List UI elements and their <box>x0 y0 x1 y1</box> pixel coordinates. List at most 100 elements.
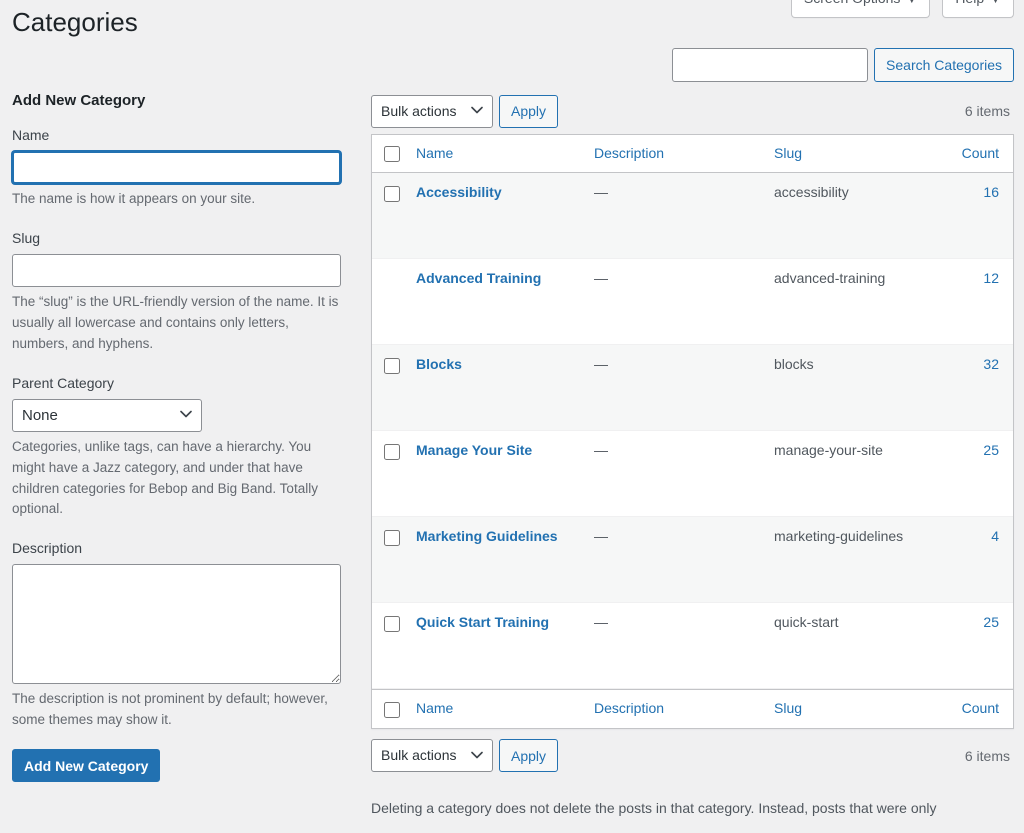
help-tab[interactable]: Help ▼ <box>942 0 1014 18</box>
category-name-link[interactable]: Blocks <box>416 356 462 372</box>
parent-category-select[interactable]: None <box>12 398 202 432</box>
tablenav-bottom: Bulk actions Apply 6 items <box>371 737 1012 775</box>
column-footer-name[interactable]: Name <box>416 689 594 728</box>
row-checkbox[interactable] <box>384 185 400 202</box>
page-title: Categories <box>12 7 138 37</box>
column-header-description[interactable]: Description <box>594 135 774 174</box>
table-head: Name Description Slug Count <box>372 135 1013 174</box>
row-slug-cell: accessibility <box>774 173 939 260</box>
row-checkbox-cell <box>372 345 416 432</box>
category-name-link[interactable]: Accessibility <box>416 184 502 200</box>
chevron-down-icon: ▼ <box>990 0 1001 6</box>
form-heading: Add New Category <box>12 92 146 109</box>
column-footer-count[interactable]: Count <box>939 689 1013 728</box>
row-checkbox[interactable] <box>384 529 400 546</box>
row-checkbox-cell <box>372 517 416 604</box>
row-slug-cell: advanced-training <box>774 259 939 346</box>
screen-options-tab[interactable]: Screen Options ▼ <box>790 0 931 18</box>
table-body: Accessibility — accessibility 16 Advanced Tr… <box>372 173 1013 690</box>
category-count-link[interactable]: 32 <box>983 356 999 372</box>
category-count-link[interactable]: 16 <box>983 184 999 200</box>
items-count-bottom: 6 items <box>964 747 1010 764</box>
apply-button-bottom[interactable]: Apply <box>499 739 559 773</box>
bulk-actions-select-bottom[interactable]: Bulk actions <box>371 739 493 773</box>
screen-meta-links: Screen Options ▼ Help ▼ <box>790 0 1014 18</box>
slug-field-group: Slug <box>12 228 352 287</box>
row-checkbox-cell <box>372 603 416 690</box>
row-slug-cell: quick-start <box>774 603 939 690</box>
row-count-cell: 25 <box>939 603 1013 690</box>
row-slug-cell: blocks <box>774 345 939 432</box>
column-header-count[interactable]: Count <box>939 135 1013 174</box>
row-name-cell: Accessibility <box>416 173 594 260</box>
description-textarea[interactable] <box>12 564 341 685</box>
search-input[interactable] <box>672 48 869 82</box>
column-header-name[interactable]: Name <box>416 135 594 174</box>
category-count-link[interactable]: 25 <box>983 442 999 458</box>
row-name-cell: Marketing Guidelines <box>416 517 594 604</box>
bulk-actions-select-top[interactable]: Bulk actions <box>371 94 493 128</box>
tablenav-top: Bulk actions Apply 6 items <box>371 92 1012 130</box>
row-description-cell: — <box>594 173 774 260</box>
help-label: Help <box>955 0 984 6</box>
category-name-link[interactable]: Marketing Guidelines <box>416 528 558 544</box>
row-count-cell: 25 <box>939 431 1013 518</box>
search-categories-button[interactable]: Search Categories <box>874 48 1014 82</box>
row-checkbox[interactable] <box>384 357 400 374</box>
row-checkbox[interactable] <box>384 615 400 632</box>
description-field-group: Description <box>12 538 352 685</box>
row-checkbox[interactable] <box>384 443 400 460</box>
delete-category-note: Deleting a category does not delete the … <box>371 799 937 816</box>
select-all-checkbox-bottom[interactable] <box>384 701 400 718</box>
search-box: Search Categories <box>672 48 1014 82</box>
row-slug-cell: manage-your-site <box>774 431 939 518</box>
table-row: Quick Start Training — quick-start 25 <box>372 603 1013 690</box>
category-name-link[interactable]: Manage Your Site <box>416 442 532 458</box>
name-help-text: The name is how it appears on your site. <box>12 191 256 206</box>
row-name-cell: Manage Your Site <box>416 431 594 518</box>
row-checkbox-cell <box>372 431 416 518</box>
add-new-category-form: Add New Category Name The name is how it… <box>12 92 352 783</box>
parent-category-help-text: Categories, unlike tags, can have a hier… <box>12 438 318 517</box>
row-name-cell: Advanced Training <box>416 259 594 346</box>
select-all-footer <box>372 689 416 728</box>
apply-button-top[interactable]: Apply <box>499 94 559 128</box>
category-count-link[interactable]: 4 <box>991 528 999 544</box>
slug-help-text: The “slug” is the URL-friendly version o… <box>12 293 339 351</box>
category-count-link[interactable]: 25 <box>983 614 999 630</box>
add-new-category-button[interactable]: Add New Category <box>12 749 161 783</box>
categories-list-panel: Bulk actions Apply 6 items Name Descript… <box>371 92 1014 833</box>
row-description-cell: — <box>594 431 774 518</box>
column-footer-description[interactable]: Description <box>594 689 774 728</box>
column-header-slug[interactable]: Slug <box>774 135 939 174</box>
name-input[interactable] <box>12 151 341 184</box>
screen-options-label: Screen Options <box>804 0 901 6</box>
select-all-header <box>372 135 416 174</box>
select-all-checkbox-top[interactable] <box>384 146 400 163</box>
description-help-text: The description is not prominent by defa… <box>12 691 328 728</box>
row-description-cell: — <box>594 345 774 432</box>
row-description-cell: — <box>594 603 774 690</box>
chevron-down-icon: ▼ <box>906 0 918 6</box>
row-count-cell: 4 <box>939 517 1013 604</box>
category-name-link[interactable]: Quick Start Training <box>416 614 549 630</box>
slug-input[interactable] <box>12 253 341 287</box>
row-checkbox-cell <box>372 173 416 260</box>
table-header-row: Name Description Slug Count <box>372 135 1013 174</box>
row-description-cell: — <box>594 517 774 604</box>
category-name-link[interactable]: Advanced Training <box>416 270 541 286</box>
table-row: Manage Your Site — manage-your-site 25 <box>372 431 1013 518</box>
parent-category-field-group: Parent Category None <box>12 373 352 432</box>
row-checkbox-cell <box>372 259 416 346</box>
table-foot: Name Description Slug Count <box>372 689 1013 728</box>
categories-table: Name Description Slug Count Accessibilit… <box>371 134 1014 729</box>
category-count-link[interactable]: 12 <box>983 270 999 286</box>
column-footer-slug[interactable]: Slug <box>774 689 939 728</box>
row-count-cell: 16 <box>939 173 1013 260</box>
row-count-cell: 32 <box>939 345 1013 432</box>
table-row: Marketing Guidelines — marketing-guideline… <box>372 517 1013 604</box>
row-name-cell: Quick Start Training <box>416 603 594 690</box>
table-footer-row: Name Description Slug Count <box>372 689 1013 728</box>
parent-category-label: Parent Category <box>12 374 114 391</box>
row-slug-cell: marketing-guidelines <box>774 517 939 604</box>
